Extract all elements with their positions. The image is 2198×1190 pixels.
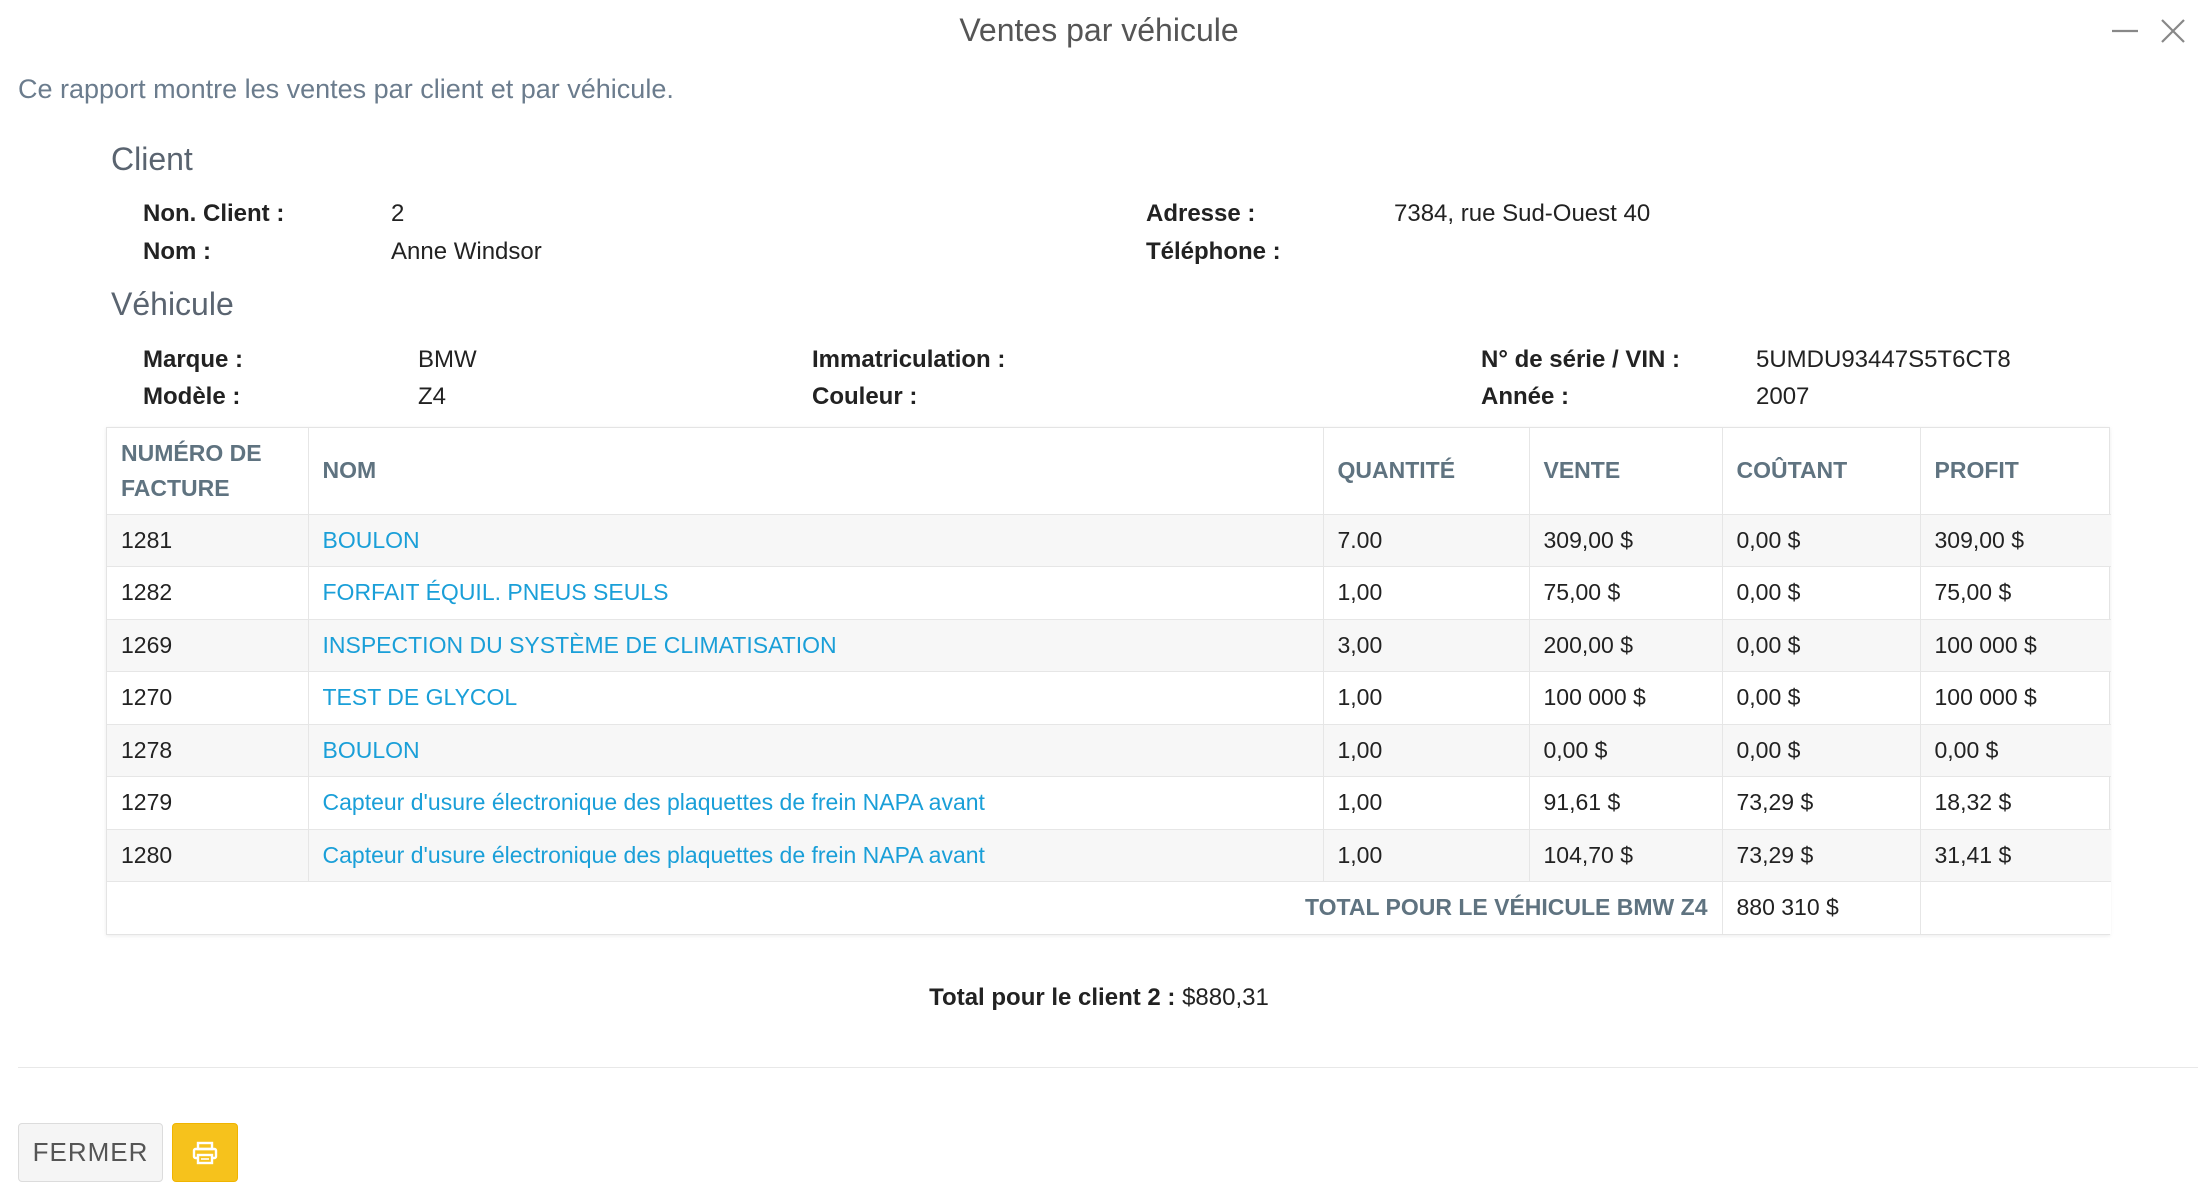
cost-cell: 0,00 $ [1722,566,1921,620]
item-name-link[interactable]: Capteur d'usure électronique des plaquet… [308,829,1324,882]
cost-cell: 73,29 $ [1722,829,1921,882]
quantity-cell: 1,00 [1323,671,1530,725]
vehicle-year-value: 2007 [1756,383,1810,410]
sale-cell: 104,70 $ [1529,829,1723,882]
client-number-value: 2 [391,200,405,227]
vehicle-make-value: BMW [418,346,477,373]
invoice-cell: 1281 [107,514,309,567]
column-header-invoice[interactable]: Numéro de facture [107,428,309,515]
column-header-sale[interactable]: Vente [1529,428,1723,515]
footer-divider [18,1067,2198,1068]
table-header-row: Numéro de facture Nom Quantité Vente Coû… [107,428,2111,515]
item-name-link[interactable]: TEST DE GLYCOL [308,671,1324,725]
invoice-cell: 1269 [107,619,309,672]
sale-cell: 91,61 $ [1529,776,1723,830]
column-header-profit[interactable]: Profit [1920,428,2111,515]
print-icon [192,1141,218,1164]
vehicle-vin-value: 5UMDU93447S5T6CT8 [1756,346,2011,373]
vehicle-year-label: Année : [1481,383,1570,410]
client-name-value: Anne Windsor [391,238,542,265]
profit-cell: 31,41 $ [1920,829,2111,882]
table-row: 1270 TEST DE GLYCOL 1,00 100 000 $ 0,00 … [107,671,2111,725]
invoice-cell: 1282 [107,566,309,620]
sales-table: Numéro de facture Nom Quantité Vente Coû… [106,427,2111,935]
vehicle-total-row: TOTAL POUR LE VÉHICULE BMW Z4 880 310 $ [107,881,2111,934]
item-name-link[interactable]: BOULON [308,514,1324,567]
invoice-cell: 1278 [107,724,309,777]
item-name-link[interactable]: BOULON [308,724,1324,777]
table-row: 1281 BOULON 7.00 309,00 $ 0,00 $ 309,00 … [107,514,2111,567]
cost-cell: 0,00 $ [1722,724,1921,777]
table-row: 1279 Capteur d'usure électronique des pl… [107,776,2111,830]
profit-cell: 309,00 $ [1920,514,2111,567]
client-number-label: Non. Client : [143,200,285,227]
sale-cell: 200,00 $ [1529,619,1723,672]
vehicle-model-label: Modèle : [143,383,241,410]
quantity-cell: 1,00 [1323,829,1530,882]
invoice-cell: 1280 [107,829,309,882]
sale-cell: 100 000 $ [1529,671,1723,725]
vehicle-model-value: Z4 [418,383,447,410]
vehicle-vin-label: N° de série / VIN : [1481,346,1680,373]
invoice-cell: 1270 [107,671,309,725]
quantity-cell: 7.00 [1323,514,1530,567]
table-row: 1282 FORFAIT ÉQUIL. PNEUS SEULS 1,00 75,… [107,566,2111,620]
vehicle-plate-label: Immatriculation : [812,346,1006,373]
client-total-label: Total pour le client 2 : [929,984,1176,1011]
item-name-link[interactable]: INSPECTION DU SYSTÈME DE CLIMATISATION [308,619,1324,672]
item-name-link[interactable]: Capteur d'usure électronique des plaquet… [308,776,1324,830]
cost-cell: 0,00 $ [1722,619,1921,672]
vehicle-color-label: Couleur : [812,383,918,410]
profit-cell: 100 000 $ [1920,671,2111,725]
print-button[interactable] [172,1123,238,1182]
column-header-name[interactable]: Nom [308,428,1324,515]
client-total-value: $880,31 [1182,984,1269,1011]
profit-cell: 75,00 $ [1920,566,2111,620]
vehicle-total-label: TOTAL POUR LE VÉHICULE BMW Z4 [107,881,1723,934]
table-row: 1280 Capteur d'usure électronique des pl… [107,829,2111,882]
sales-by-vehicle-modal: Ventes par véhicule Ce rapport montre le… [0,0,2198,1190]
close-button[interactable]: FERMER [18,1123,163,1182]
modal-title: Ventes par véhicule [959,12,1239,48]
quantity-cell: 1,00 [1323,776,1530,830]
quantity-cell: 3,00 [1323,619,1530,672]
minimize-icon[interactable] [2108,14,2142,48]
table-row: 1269 INSPECTION DU SYSTÈME DE CLIMATISAT… [107,619,2111,672]
sale-cell: 309,00 $ [1529,514,1723,567]
cost-cell: 73,29 $ [1722,776,1921,830]
vehicle-total-value: 880 310 $ [1722,881,1921,934]
vehicle-section-title: Véhicule [111,286,234,322]
table-row: 1278 BOULON 1,00 0,00 $ 0,00 $ 0,00 $ [107,724,2111,777]
sale-cell: 75,00 $ [1529,566,1723,620]
client-address-label: Adresse : [1146,200,1256,227]
quantity-cell: 1,00 [1323,566,1530,620]
profit-cell: 0,00 $ [1920,724,2111,777]
sale-cell: 0,00 $ [1529,724,1723,777]
client-phone-label: Téléphone : [1146,238,1281,265]
vehicle-total-empty [1920,881,2111,934]
cost-cell: 0,00 $ [1722,514,1921,567]
invoice-cell: 1279 [107,776,309,830]
client-name-label: Nom : [143,238,211,265]
close-icon[interactable] [2156,14,2190,48]
profit-cell: 18,32 $ [1920,776,2111,830]
column-header-cost[interactable]: Coûtant [1722,428,1921,515]
cost-cell: 0,00 $ [1722,671,1921,725]
client-total: Total pour le client 2 : $880,31 [0,984,2198,1012]
client-address-value: 7384, rue Sud-Ouest 40 [1394,200,1651,227]
item-name-link[interactable]: FORFAIT ÉQUIL. PNEUS SEULS [308,566,1324,620]
profit-cell: 100 000 $ [1920,619,2111,672]
client-section-title: Client [111,141,193,177]
report-description: Ce rapport montre les ventes par client … [18,74,674,104]
quantity-cell: 1,00 [1323,724,1530,777]
column-header-quantity[interactable]: Quantité [1323,428,1530,515]
vehicle-make-label: Marque : [143,346,244,373]
